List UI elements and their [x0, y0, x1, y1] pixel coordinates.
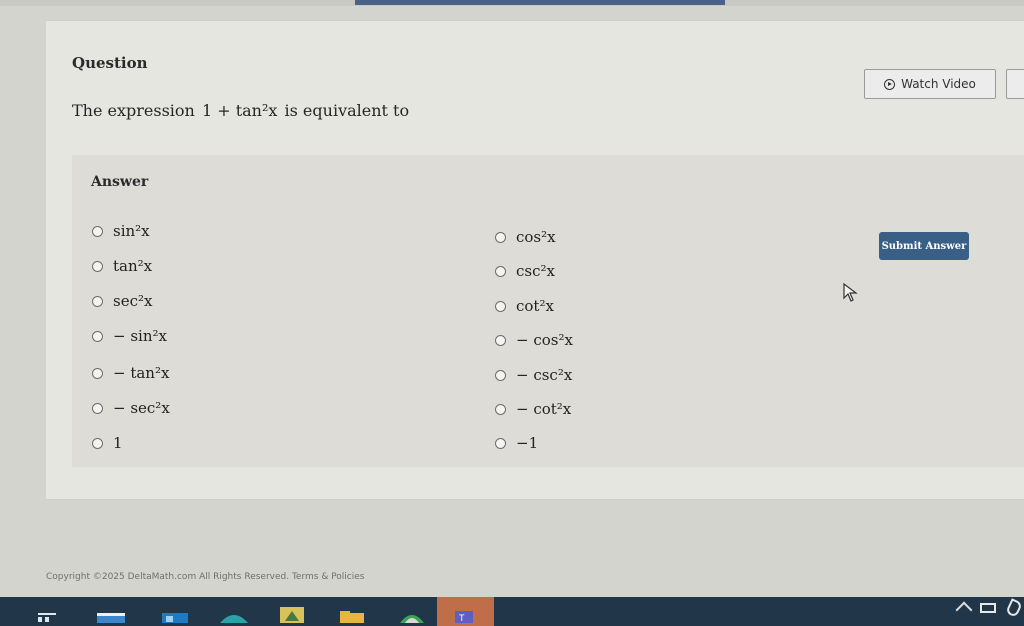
- option-label: − csc²x: [516, 366, 573, 384]
- side-toggle-button[interactable]: [1006, 69, 1024, 99]
- submit-answer-button[interactable]: Submit Answer: [879, 232, 969, 260]
- app-icon[interactable]: [277, 603, 307, 623]
- option-label: csc²x: [516, 262, 555, 280]
- footer-copyright: Copyright ©2025 DeltaMath.com All Rights…: [46, 572, 365, 582]
- option-label: 1: [113, 434, 123, 452]
- option-one[interactable]: 1: [92, 434, 123, 452]
- answer-heading: Answer: [91, 174, 149, 190]
- option-label: − sec²x: [113, 399, 170, 417]
- option-label: −1: [516, 434, 539, 452]
- chrome-icon[interactable]: [397, 603, 427, 623]
- option-label: − cot²x: [516, 400, 572, 418]
- prompt-suffix: is equivalent to: [284, 101, 410, 120]
- option-neg-cos2x[interactable]: − cos²x: [495, 331, 573, 349]
- option-neg-sec2x[interactable]: − sec²x: [92, 399, 170, 417]
- option-label: cos²x: [516, 228, 556, 246]
- option-cot2x[interactable]: cot²x: [495, 297, 554, 315]
- radio-button[interactable]: [92, 437, 103, 449]
- option-neg-cot2x[interactable]: − cot²x: [495, 400, 571, 418]
- option-cos2x[interactable]: cos²x: [495, 228, 556, 246]
- battery-icon[interactable]: [980, 603, 996, 613]
- option-label: − tan²x: [113, 364, 170, 382]
- mail-icon[interactable]: [160, 603, 190, 623]
- option-neg-tan2x[interactable]: − tan²x: [92, 364, 169, 382]
- watch-video-label: Watch Video: [901, 77, 976, 91]
- files-icon[interactable]: [337, 603, 367, 623]
- option-label: − sin²x: [113, 327, 167, 345]
- top-progress-track: [0, 0, 1024, 6]
- option-neg-sin2x[interactable]: − sin²x: [92, 327, 167, 345]
- radio-button[interactable]: [92, 260, 103, 272]
- option-csc2x[interactable]: csc²x: [495, 262, 555, 280]
- top-progress-bar: [355, 0, 725, 5]
- option-label: cot²x: [516, 297, 554, 315]
- option-sin2x[interactable]: sin²x: [92, 222, 150, 240]
- radio-button[interactable]: [92, 402, 103, 414]
- radio-button[interactable]: [495, 265, 506, 277]
- teams-icon[interactable]: T: [452, 603, 482, 623]
- option-neg-one[interactable]: −1: [495, 434, 538, 452]
- radio-button[interactable]: [92, 330, 103, 342]
- radio-button[interactable]: [495, 231, 506, 243]
- option-tan2x[interactable]: tan²x: [92, 257, 152, 275]
- radio-button[interactable]: [495, 369, 506, 381]
- store-icon[interactable]: [95, 603, 127, 623]
- option-neg-csc2x[interactable]: − csc²x: [495, 366, 572, 384]
- question-prompt: The expression 1 + tan²x is equivalent t…: [72, 101, 409, 120]
- svg-text:T: T: [459, 613, 465, 623]
- radio-button[interactable]: [495, 437, 506, 449]
- play-circle-icon: [884, 78, 896, 90]
- option-label: sin²x: [113, 222, 150, 240]
- prompt-math: 1 + tan²x: [201, 101, 278, 120]
- prompt-prefix: The expression: [72, 101, 195, 120]
- option-sec2x[interactable]: sec²x: [92, 292, 152, 310]
- radio-button[interactable]: [92, 367, 103, 379]
- option-label: sec²x: [113, 292, 153, 310]
- option-label: tan²x: [113, 257, 153, 275]
- radio-button[interactable]: [92, 295, 103, 307]
- watch-video-button[interactable]: Watch Video: [864, 69, 996, 99]
- radio-button[interactable]: [495, 403, 506, 415]
- edge-icon[interactable]: [218, 603, 250, 623]
- mouse-cursor-icon: [843, 283, 858, 302]
- question-heading: Question: [72, 54, 148, 72]
- radio-button[interactable]: [92, 225, 103, 237]
- taskbar: T: [0, 597, 1024, 626]
- task-view-icon[interactable]: [36, 603, 58, 623]
- option-label: − cos²x: [516, 331, 573, 349]
- radio-button[interactable]: [495, 334, 506, 346]
- radio-button[interactable]: [495, 300, 506, 312]
